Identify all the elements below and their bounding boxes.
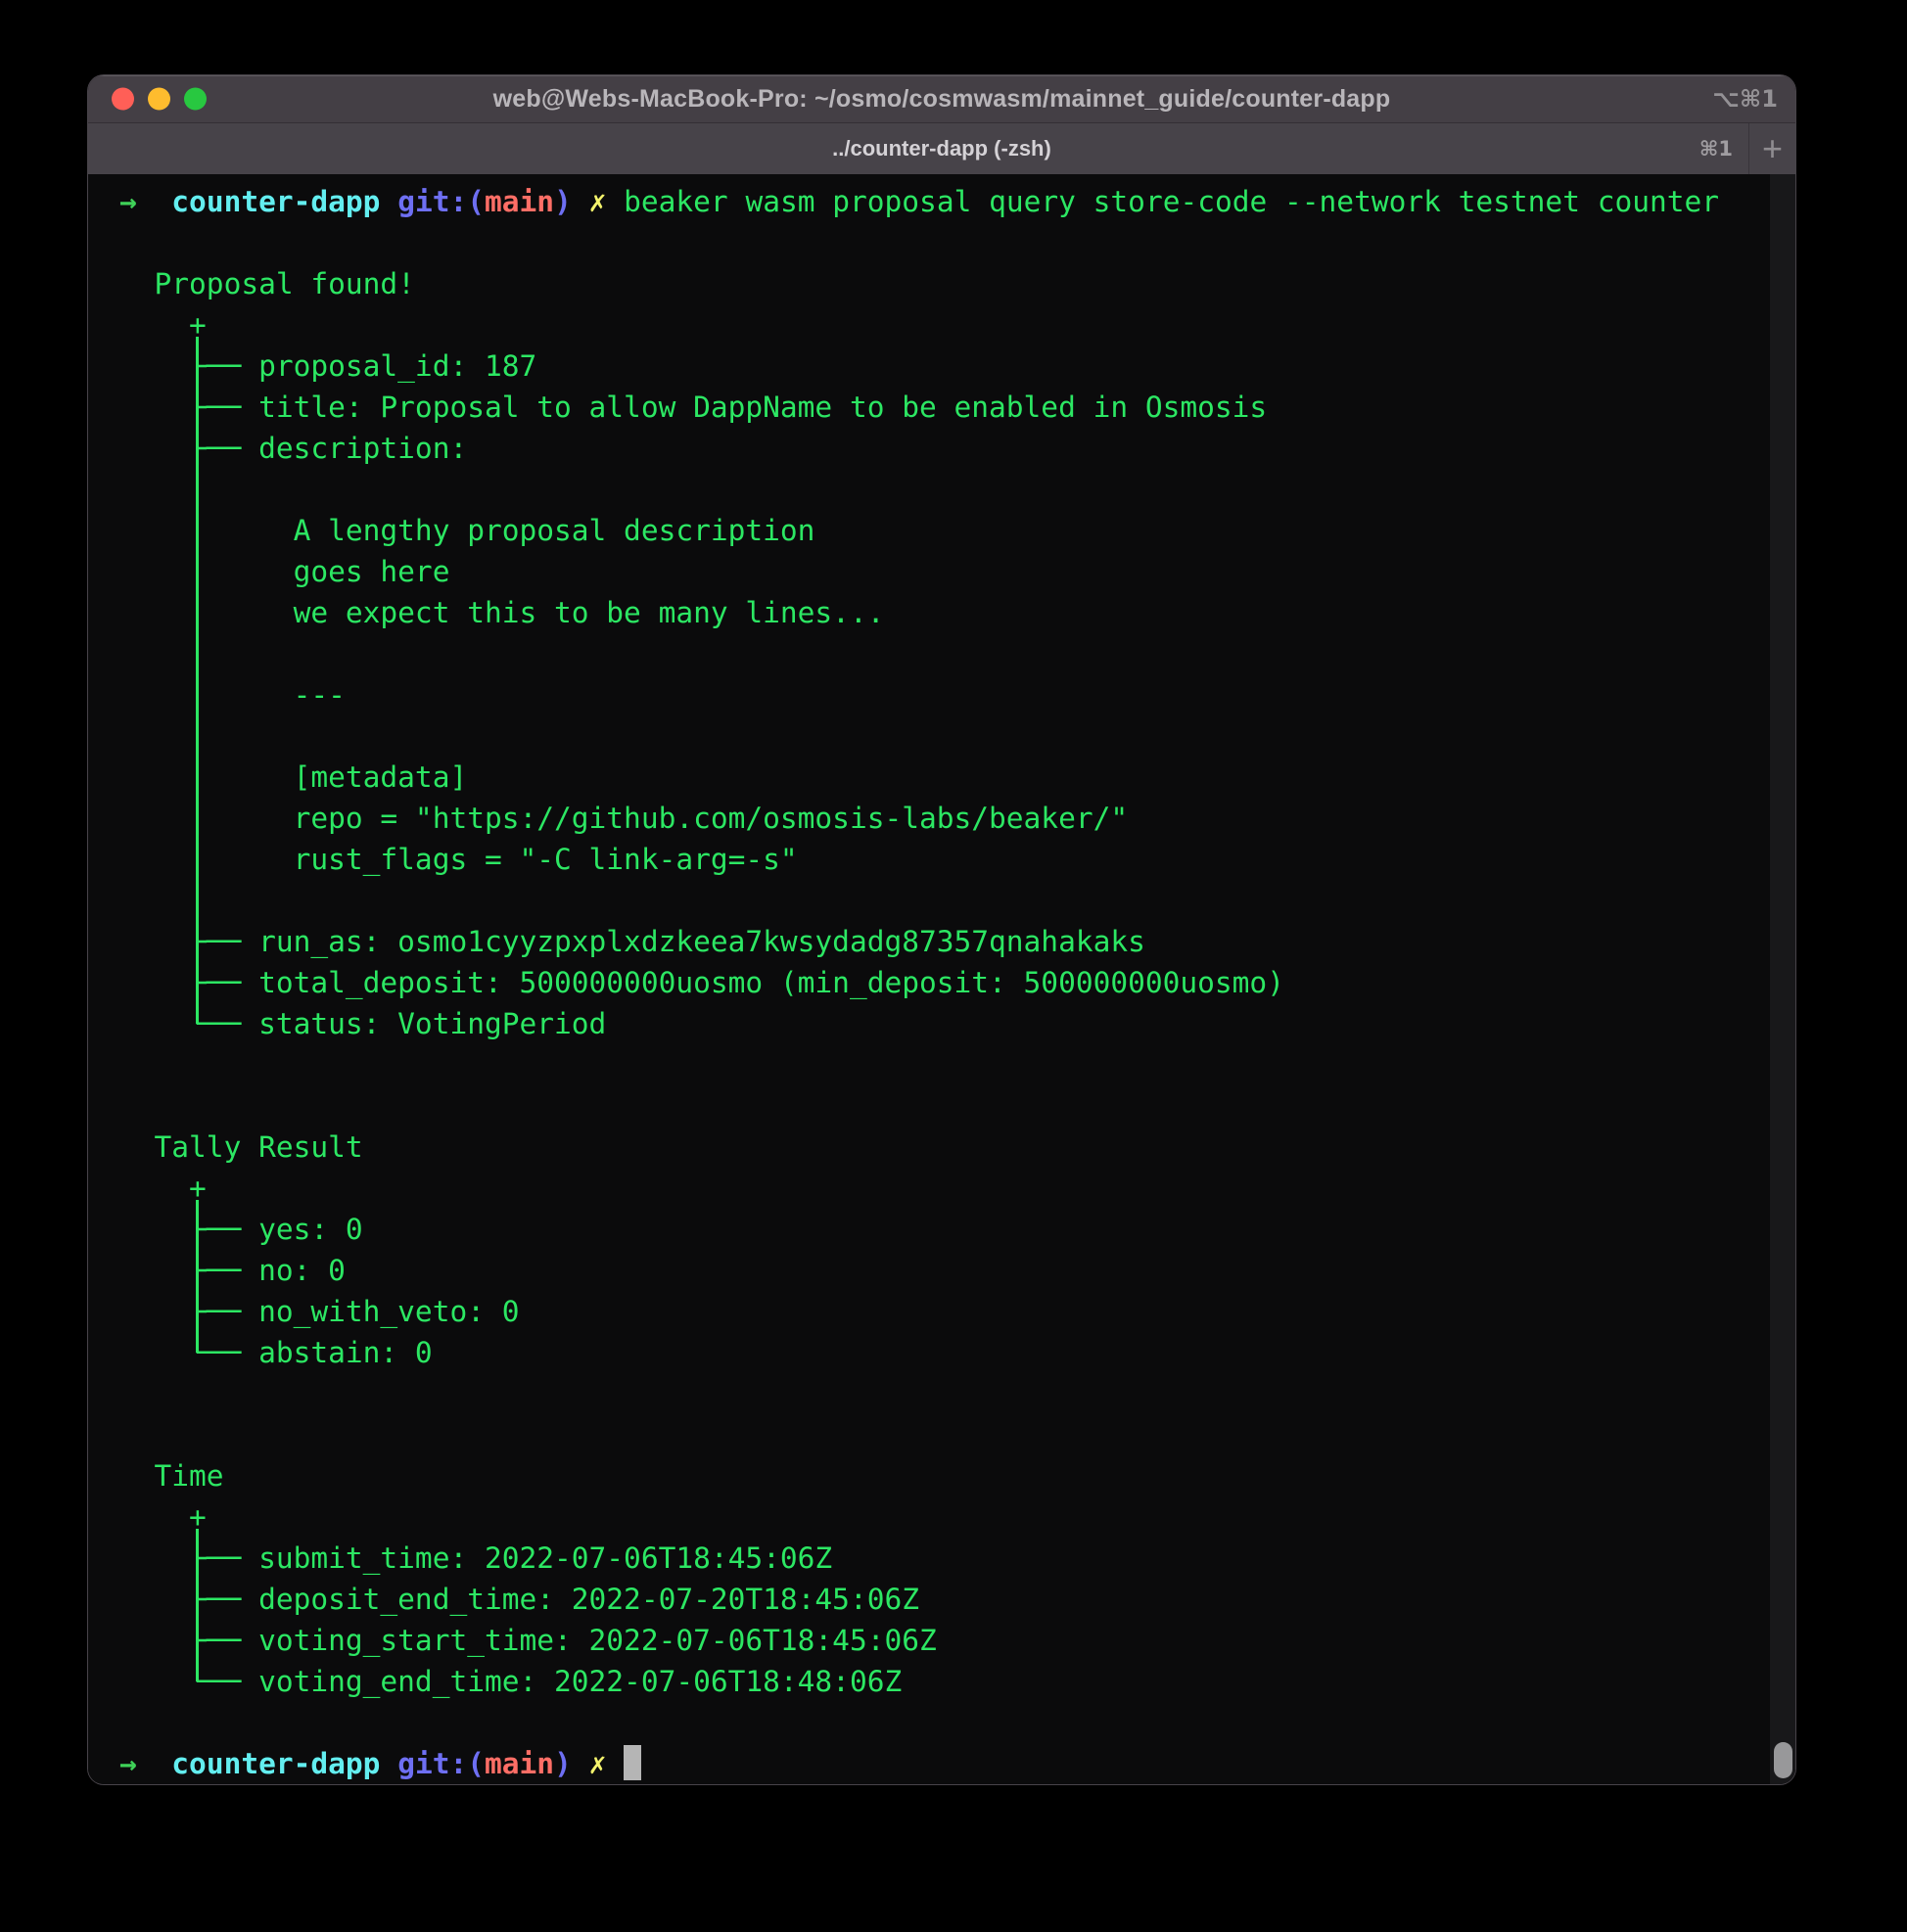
terminal-line: [119, 222, 1756, 263]
prompt-segment: counter-dapp: [171, 1747, 380, 1780]
terminal-line: ├── submit_time: 2022-07-06T18:45:06Z: [119, 1538, 1756, 1579]
prompt-segment: main: [485, 185, 554, 218]
prompt-segment: [137, 185, 172, 218]
prompt-line-current: → counter-dapp git:(main) ✗: [119, 1743, 1756, 1784]
terminal-line: ├── title: Proposal to allow DappName to…: [119, 387, 1756, 428]
terminal-line: └── abstain: 0: [119, 1332, 1756, 1373]
tree-connector-proposal: [196, 337, 199, 1024]
terminal-line: ├── no: 0: [119, 1250, 1756, 1291]
terminal-line: │ [metadata]: [119, 757, 1756, 798]
prompt-segment: main: [485, 1747, 554, 1780]
terminal-output: → counter-dapp git:(main) ✗ beaker wasm …: [88, 174, 1795, 1784]
terminal-line: +: [119, 1496, 1756, 1538]
terminal-line: │: [119, 715, 1756, 757]
scrollbar-track[interactable]: [1770, 174, 1795, 1784]
terminal-line: │ A lengthy proposal description: [119, 510, 1756, 551]
prompt-segment: [572, 1747, 589, 1780]
prompt-segment: ✗: [589, 185, 607, 218]
window-shortcut-hint: ⌥⌘1: [1712, 85, 1778, 113]
terminal-line: ├── deposit_end_time: 2022-07-20T18:45:0…: [119, 1579, 1756, 1620]
prompt-segment: ✗: [589, 1747, 607, 1780]
terminal-line: ├── voting_start_time: 2022-07-06T18:45:…: [119, 1620, 1756, 1661]
terminal-line: ├── description:: [119, 428, 1756, 469]
prompt-segment: →: [119, 1747, 137, 1780]
prompt-segment: [137, 1747, 172, 1780]
prompt-segment: ): [554, 185, 572, 218]
terminal-line: ├── yes: 0: [119, 1209, 1756, 1250]
tab-shortcut-hint: ⌘1: [1699, 137, 1733, 161]
terminal-line: Proposal found!: [119, 263, 1756, 304]
prompt-segment: git:(: [397, 185, 485, 218]
tree-connector-tally: [196, 1200, 199, 1353]
prompt-segment: [572, 185, 589, 218]
terminal-line: └── voting_end_time: 2022-07-06T18:48:06…: [119, 1661, 1756, 1702]
terminal-line: │ ---: [119, 674, 1756, 715]
new-tab-button[interactable]: +: [1748, 123, 1795, 174]
prompt-segment: ): [554, 1747, 572, 1780]
prompt-segment: [606, 185, 624, 218]
terminal-line: [119, 1044, 1756, 1085]
prompt-line-command: → counter-dapp git:(main) ✗ beaker wasm …: [119, 181, 1756, 222]
terminal-line: │ we expect this to be many lines...: [119, 592, 1756, 633]
terminal-window: web@Webs-MacBook-Pro: ~/osmo/cosmwasm/ma…: [88, 75, 1795, 1784]
terminal-line: [119, 1414, 1756, 1455]
tree-connector-time: [196, 1529, 199, 1681]
tab-bar: ../counter-dapp (-zsh) ⌘1 +: [88, 123, 1795, 174]
prompt-segment: →: [119, 185, 137, 218]
terminal-line: └── status: VotingPeriod: [119, 1003, 1756, 1044]
terminal-line: │ repo = "https://github.com/osmosis-lab…: [119, 798, 1756, 839]
terminal-line: ├── total_deposit: 500000000uosmo (min_d…: [119, 962, 1756, 1003]
terminal-line: │: [119, 469, 1756, 510]
terminal-line: │: [119, 633, 1756, 674]
prompt-segment: [380, 185, 397, 218]
prompt-segment: counter-dapp: [171, 185, 380, 218]
terminal-line: +: [119, 1168, 1756, 1209]
text-cursor: [624, 1745, 641, 1780]
terminal-line: │: [119, 880, 1756, 921]
terminal-line: [119, 1373, 1756, 1414]
terminal-line: [119, 1085, 1756, 1127]
prompt-segment: [606, 1747, 624, 1780]
terminal-line: [119, 1702, 1756, 1743]
terminal-content[interactable]: → counter-dapp git:(main) ✗ beaker wasm …: [88, 174, 1795, 1784]
window-title: web@Webs-MacBook-Pro: ~/osmo/cosmwasm/ma…: [88, 75, 1795, 122]
terminal-line: ├── run_as: osmo1cyyzpxplxdzkeea7kwsydad…: [119, 921, 1756, 962]
terminal-line: +: [119, 304, 1756, 345]
terminal-line: ├── proposal_id: 187: [119, 345, 1756, 387]
prompt-segment: git:(: [397, 1747, 485, 1780]
terminal-line: ├── no_with_veto: 0: [119, 1291, 1756, 1332]
prompt-segment: [380, 1747, 397, 1780]
command-text: beaker wasm proposal query store-code --…: [624, 185, 1719, 218]
title-bar[interactable]: web@Webs-MacBook-Pro: ~/osmo/cosmwasm/ma…: [88, 75, 1795, 123]
terminal-line: │ goes here: [119, 551, 1756, 592]
terminal-line: Time: [119, 1455, 1756, 1496]
terminal-line: Tally Result: [119, 1127, 1756, 1168]
terminal-line: │ rust_flags = "-C link-arg=-s": [119, 839, 1756, 880]
tab-terminal-session[interactable]: ../counter-dapp (-zsh): [88, 123, 1795, 174]
scrollbar-thumb[interactable]: [1774, 1742, 1792, 1778]
